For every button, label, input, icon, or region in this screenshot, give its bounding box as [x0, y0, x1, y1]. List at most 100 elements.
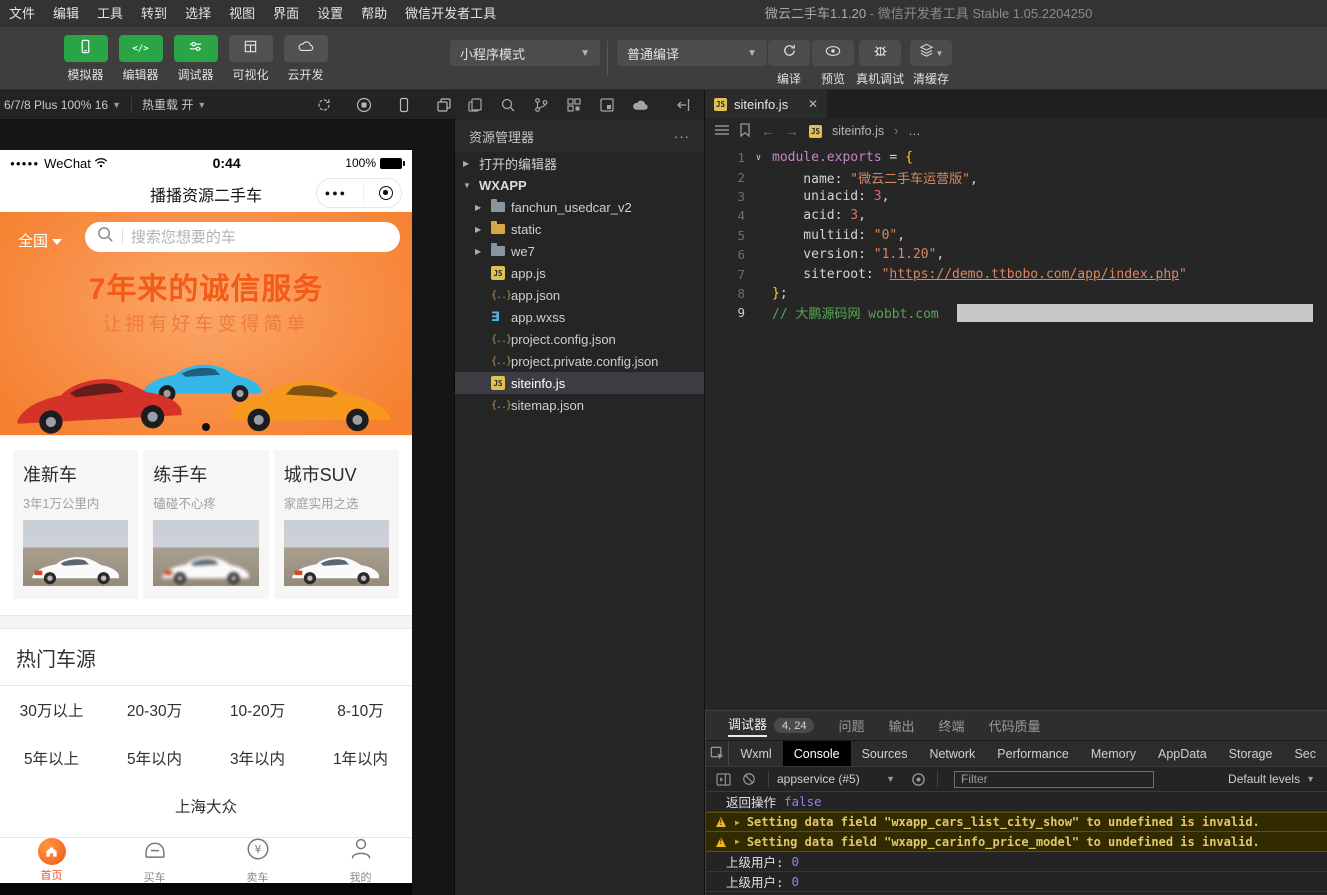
menu-interface[interactable]: 界面: [264, 0, 308, 27]
preview-button[interactable]: 预览: [812, 40, 854, 87]
device-selector[interactable]: 6/7/8 Plus 100% 16: [4, 98, 108, 112]
simulator-toggle-button[interactable]: 模拟器: [62, 35, 109, 83]
live-expression-eye-icon[interactable]: [909, 770, 927, 788]
bookmark-icon[interactable]: [739, 123, 751, 140]
filter-price-3[interactable]: 10-20万: [206, 686, 309, 734]
visualize-toggle-button[interactable]: 可视化: [227, 35, 274, 83]
category-card-new[interactable]: 准新车 3年1万公里内: [13, 450, 138, 599]
menu-goto[interactable]: 转到: [132, 0, 176, 27]
tab-buy-car[interactable]: 买车: [103, 838, 206, 883]
devtools-tab-appdata[interactable]: AppData: [1147, 741, 1218, 766]
menu-devtools[interactable]: 微信开发者工具: [396, 0, 505, 27]
region-selector[interactable]: 全国: [18, 230, 62, 251]
category-card-suv[interactable]: 城市SUV 家庭实用之选: [274, 450, 399, 599]
fold-chevron-icon[interactable]: ∨: [745, 153, 772, 163]
clear-console-icon[interactable]: [740, 770, 758, 788]
window-layout-icon[interactable]: [599, 97, 615, 113]
console-filter-input[interactable]: [954, 771, 1154, 788]
tab-sell-car[interactable]: ¥ 卖车: [206, 838, 309, 883]
menu-view[interactable]: 视图: [220, 0, 264, 27]
tab-problems[interactable]: 问题: [838, 716, 864, 735]
filter-year-3[interactable]: 3年以内: [206, 734, 309, 782]
tree-item-folder[interactable]: ▶static: [455, 218, 704, 240]
nav-forward-icon[interactable]: →: [785, 123, 799, 139]
filter-year-1[interactable]: 5年以上: [0, 734, 103, 782]
menu-help[interactable]: 帮助: [352, 0, 396, 27]
tab-code-quality[interactable]: 代码质量: [989, 716, 1041, 735]
close-tab-icon[interactable]: ✕: [808, 97, 818, 111]
editor-tab-siteinfo[interactable]: JS siteinfo.js ✕: [705, 90, 827, 118]
devtools-tab-wxml[interactable]: Wxml: [729, 741, 782, 766]
devtools-tab-memory[interactable]: Memory: [1080, 741, 1147, 766]
inspect-element-icon[interactable]: [706, 741, 729, 766]
menu-file[interactable]: 文件: [0, 0, 44, 27]
compile-mode-dropdown[interactable]: 普通编译▼: [617, 40, 767, 66]
expand-caret-icon[interactable]: ▶: [735, 818, 740, 827]
clear-cache-button[interactable]: ▼ 清缓存: [910, 40, 952, 87]
menu-select[interactable]: 选择: [176, 0, 220, 27]
tab-debugger[interactable]: 调试器4, 24: [728, 714, 814, 737]
menu-edit[interactable]: 编辑: [44, 0, 88, 27]
breadcrumb-file[interactable]: siteinfo.js: [832, 124, 884, 138]
filter-brand[interactable]: 上海大众: [0, 782, 412, 830]
files-icon[interactable]: [467, 97, 483, 113]
car-search-bar[interactable]: [85, 222, 400, 252]
category-card-practice[interactable]: 练手车 磕碰不心疼: [143, 450, 268, 599]
filter-price-1[interactable]: 30万以上: [0, 686, 103, 734]
exit-target-button[interactable]: [379, 186, 393, 200]
search-icon[interactable]: [500, 97, 516, 113]
tab-terminal[interactable]: 终端: [939, 716, 965, 735]
hot-reload-toggle[interactable]: 热重载 开: [142, 96, 193, 113]
expand-caret-icon[interactable]: ▶: [735, 837, 740, 846]
tea-cloud-icon[interactable]: [632, 98, 649, 112]
workspace-root[interactable]: ▼ WXAPP: [455, 174, 704, 196]
git-branch-icon[interactable]: [533, 97, 549, 113]
devtools-tab-network[interactable]: Network: [918, 741, 986, 766]
extensions-icon[interactable]: [566, 97, 582, 113]
mode-dropdown[interactable]: 小程序模式▼: [450, 40, 600, 66]
debugger-toggle-button[interactable]: 调试器: [172, 35, 219, 83]
devtools-tab-storage[interactable]: Storage: [1218, 741, 1284, 766]
devtools-tab-console[interactable]: Console: [783, 741, 851, 766]
filter-year-2[interactable]: 5年以内: [103, 734, 206, 782]
open-editors-section[interactable]: ▶ 打开的编辑器: [455, 152, 704, 174]
cloud-dev-button[interactable]: 云开发: [282, 35, 329, 83]
tab-profile[interactable]: 我的: [309, 838, 412, 883]
devtools-tab-sources[interactable]: Sources: [851, 741, 919, 766]
more-menu-button[interactable]: ●●●: [325, 188, 347, 198]
log-levels-dropdown[interactable]: Default levels▼: [1228, 772, 1319, 786]
editor-toggle-button[interactable]: </> 编辑器: [117, 35, 164, 83]
outline-list-icon[interactable]: [715, 124, 729, 139]
tab-home[interactable]: 首页: [0, 838, 103, 883]
tree-item-file[interactable]: {..}app.json: [455, 284, 704, 306]
menu-tools[interactable]: 工具: [88, 0, 132, 27]
tree-item-folder[interactable]: ▶fanchun_usedcar_v2: [455, 196, 704, 218]
filter-price-4[interactable]: 8-10万: [309, 686, 412, 734]
tree-item-file[interactable]: ∃app.wxss: [455, 306, 704, 328]
breadcrumb-more[interactable]: …: [908, 124, 921, 138]
tab-output[interactable]: 输出: [889, 716, 915, 735]
context-selector[interactable]: appservice (#5)▼: [777, 772, 895, 786]
device-frame-icon[interactable]: [396, 97, 412, 113]
tree-item-file[interactable]: {..}sitemap.json: [455, 394, 704, 416]
code-area[interactable]: 1∨ module.exports = { 2 name: "微云二手车运营版"…: [705, 144, 1327, 323]
nav-back-icon[interactable]: ←: [761, 123, 775, 139]
menu-settings[interactable]: 设置: [308, 0, 352, 27]
tree-item-file-selected[interactable]: JSsiteinfo.js: [455, 372, 704, 394]
collapse-sidebar-icon[interactable]: [676, 97, 692, 113]
tree-item-folder[interactable]: ▶we7: [455, 240, 704, 262]
tree-item-file[interactable]: JSapp.js: [455, 262, 704, 284]
more-actions-icon[interactable]: ···: [674, 129, 690, 144]
tree-item-file[interactable]: {..}project.private.config.json: [455, 350, 704, 372]
filter-price-2[interactable]: 20-30万: [103, 686, 206, 734]
console-sidebar-icon[interactable]: [714, 770, 732, 788]
device-debug-button[interactable]: 真机调试: [856, 40, 904, 87]
devtools-tab-performance[interactable]: Performance: [986, 741, 1080, 766]
stop-record-icon[interactable]: [356, 97, 372, 113]
search-input[interactable]: [131, 229, 388, 246]
tree-item-file[interactable]: {..}project.config.json: [455, 328, 704, 350]
compile-button[interactable]: 编译: [768, 40, 810, 87]
multi-window-icon[interactable]: [436, 97, 452, 113]
filter-year-4[interactable]: 1年以内: [309, 734, 412, 782]
restart-icon[interactable]: [316, 97, 332, 113]
